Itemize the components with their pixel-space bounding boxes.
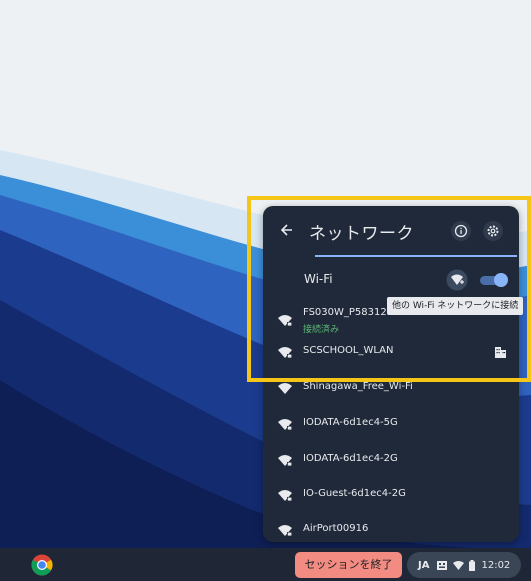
status-tray[interactable]: JA 12:02 xyxy=(407,552,521,578)
enterprise-building-icon xyxy=(495,347,506,358)
network-name: FS030W_P58312 xyxy=(303,307,387,318)
network-name: AirPort00916 xyxy=(303,523,369,534)
battery-icon xyxy=(469,559,476,571)
network-item[interactable]: SCSCHOOL_WLAN xyxy=(263,334,519,370)
wifi-toggle[interactable] xyxy=(480,273,508,287)
network-item[interactable]: IODATA-6d1ec4-2G xyxy=(263,442,519,478)
wifi-locked-icon xyxy=(278,455,292,466)
wifi-locked-icon xyxy=(278,347,292,358)
join-other-network-button[interactable] xyxy=(446,269,468,291)
wifi-locked-icon xyxy=(278,419,292,430)
network-settings-button[interactable] xyxy=(482,220,504,242)
panel-header: ネットワーク xyxy=(263,206,519,257)
ime-indicator: JA xyxy=(418,559,430,571)
network-name: IO-Guest-6d1ec4-2G xyxy=(303,488,406,499)
wifi-add-icon xyxy=(446,269,468,291)
network-panel: ネットワーク Wi-Fi FS030W_P58312 接続済み SCSCHOOL… xyxy=(263,206,519,542)
network-item[interactable]: IODATA-6d1ec4-5G xyxy=(263,406,519,442)
wifi-locked-icon xyxy=(278,315,292,326)
back-button[interactable] xyxy=(277,220,297,240)
panel-title: ネットワーク xyxy=(309,224,414,244)
network-name: SCSCHOOL_WLAN xyxy=(303,345,394,356)
wifi-toggle-row: Wi-Fi xyxy=(263,263,519,297)
clock: 12:02 xyxy=(481,559,511,571)
network-item[interactable]: IO-Guest-6d1ec4-2G xyxy=(263,477,519,513)
wifi-label: Wi-Fi xyxy=(304,272,333,286)
toggle-knob xyxy=(494,273,508,287)
chrome-icon[interactable] xyxy=(31,554,53,576)
wifi-icon xyxy=(278,383,292,394)
arrow-left-icon xyxy=(280,224,292,236)
network-item[interactable]: Shinagawa_Free_Wi-Fi xyxy=(263,370,519,406)
network-name: IODATA-6d1ec4-2G xyxy=(303,453,398,464)
header-divider xyxy=(315,255,517,257)
join-network-tooltip: 他の Wi-Fi ネットワークに接続 xyxy=(387,297,524,315)
network-item[interactable]: AirPort00916 xyxy=(263,512,519,542)
wifi-locked-icon xyxy=(278,490,292,501)
end-session-button[interactable]: セッションを終了 xyxy=(295,552,402,578)
wifi-locked-icon xyxy=(278,525,292,536)
network-name: IODATA-6d1ec4-5G xyxy=(303,417,398,428)
wifi-status-icon xyxy=(453,561,465,570)
gear-icon xyxy=(483,221,503,241)
keyboard-icon xyxy=(437,560,448,570)
network-info-button[interactable] xyxy=(450,220,472,242)
info-icon xyxy=(451,221,471,241)
network-name: Shinagawa_Free_Wi-Fi xyxy=(303,381,413,392)
